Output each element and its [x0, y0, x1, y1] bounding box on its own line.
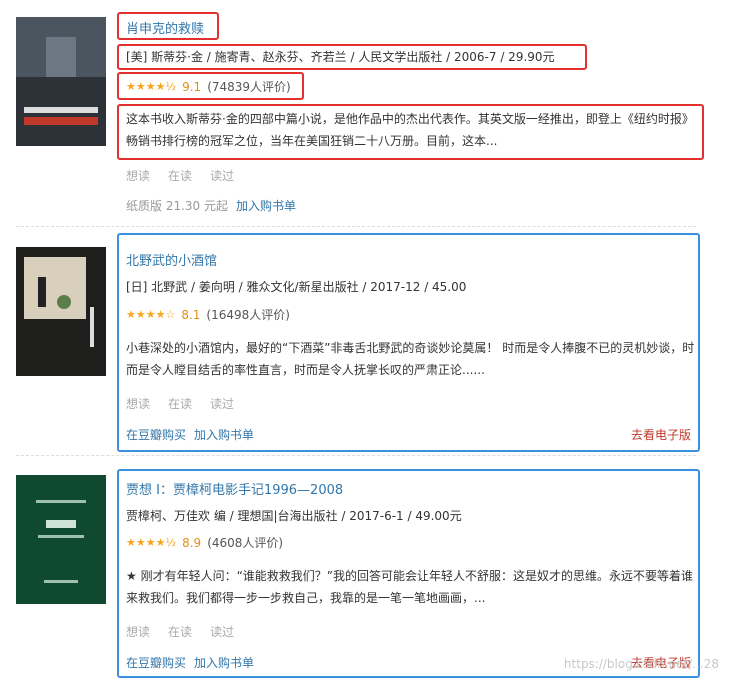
book-item: 北野武的小酒馆 [日] 北野武 / 姜向明 / 雅众文化/新星出版社 / 201… — [0, 233, 729, 453]
book-cover[interactable] — [16, 475, 106, 604]
reading-button[interactable]: 在读 — [168, 167, 192, 184]
add-to-booklist-link[interactable]: 加入购书单 — [236, 197, 296, 214]
want-read-button[interactable]: 想读 — [126, 167, 150, 184]
book-cover[interactable] — [16, 17, 106, 146]
buy-row: 纸质版 21.30 元起 加入购书单 — [126, 197, 296, 214]
read-button[interactable]: 读过 — [210, 167, 234, 184]
reading-actions: 想读 在读 读过 — [126, 167, 234, 184]
divider — [16, 455, 696, 456]
highlight-box — [117, 469, 700, 678]
book-item: 肖申克的救赎 [美] 斯蒂芬·金 / 施寄青、赵永芬、齐若兰 / 人民文学出版社… — [0, 0, 729, 225]
paper-price[interactable]: 纸质版 21.30 元起 — [126, 197, 228, 214]
watermark: https://blog.csdn.net/...28 — [563, 657, 719, 671]
highlight-box — [117, 233, 700, 452]
highlight-box — [117, 104, 704, 160]
book-cover[interactable] — [16, 247, 106, 376]
highlight-box — [117, 44, 587, 70]
divider — [16, 226, 696, 227]
highlight-box — [117, 72, 304, 100]
book-item: 贾想 I：贾樟柯电影手记1996—2008 贾樟柯、万佳欢 编 / 理想国|台海… — [0, 467, 729, 681]
highlight-box — [117, 12, 219, 40]
